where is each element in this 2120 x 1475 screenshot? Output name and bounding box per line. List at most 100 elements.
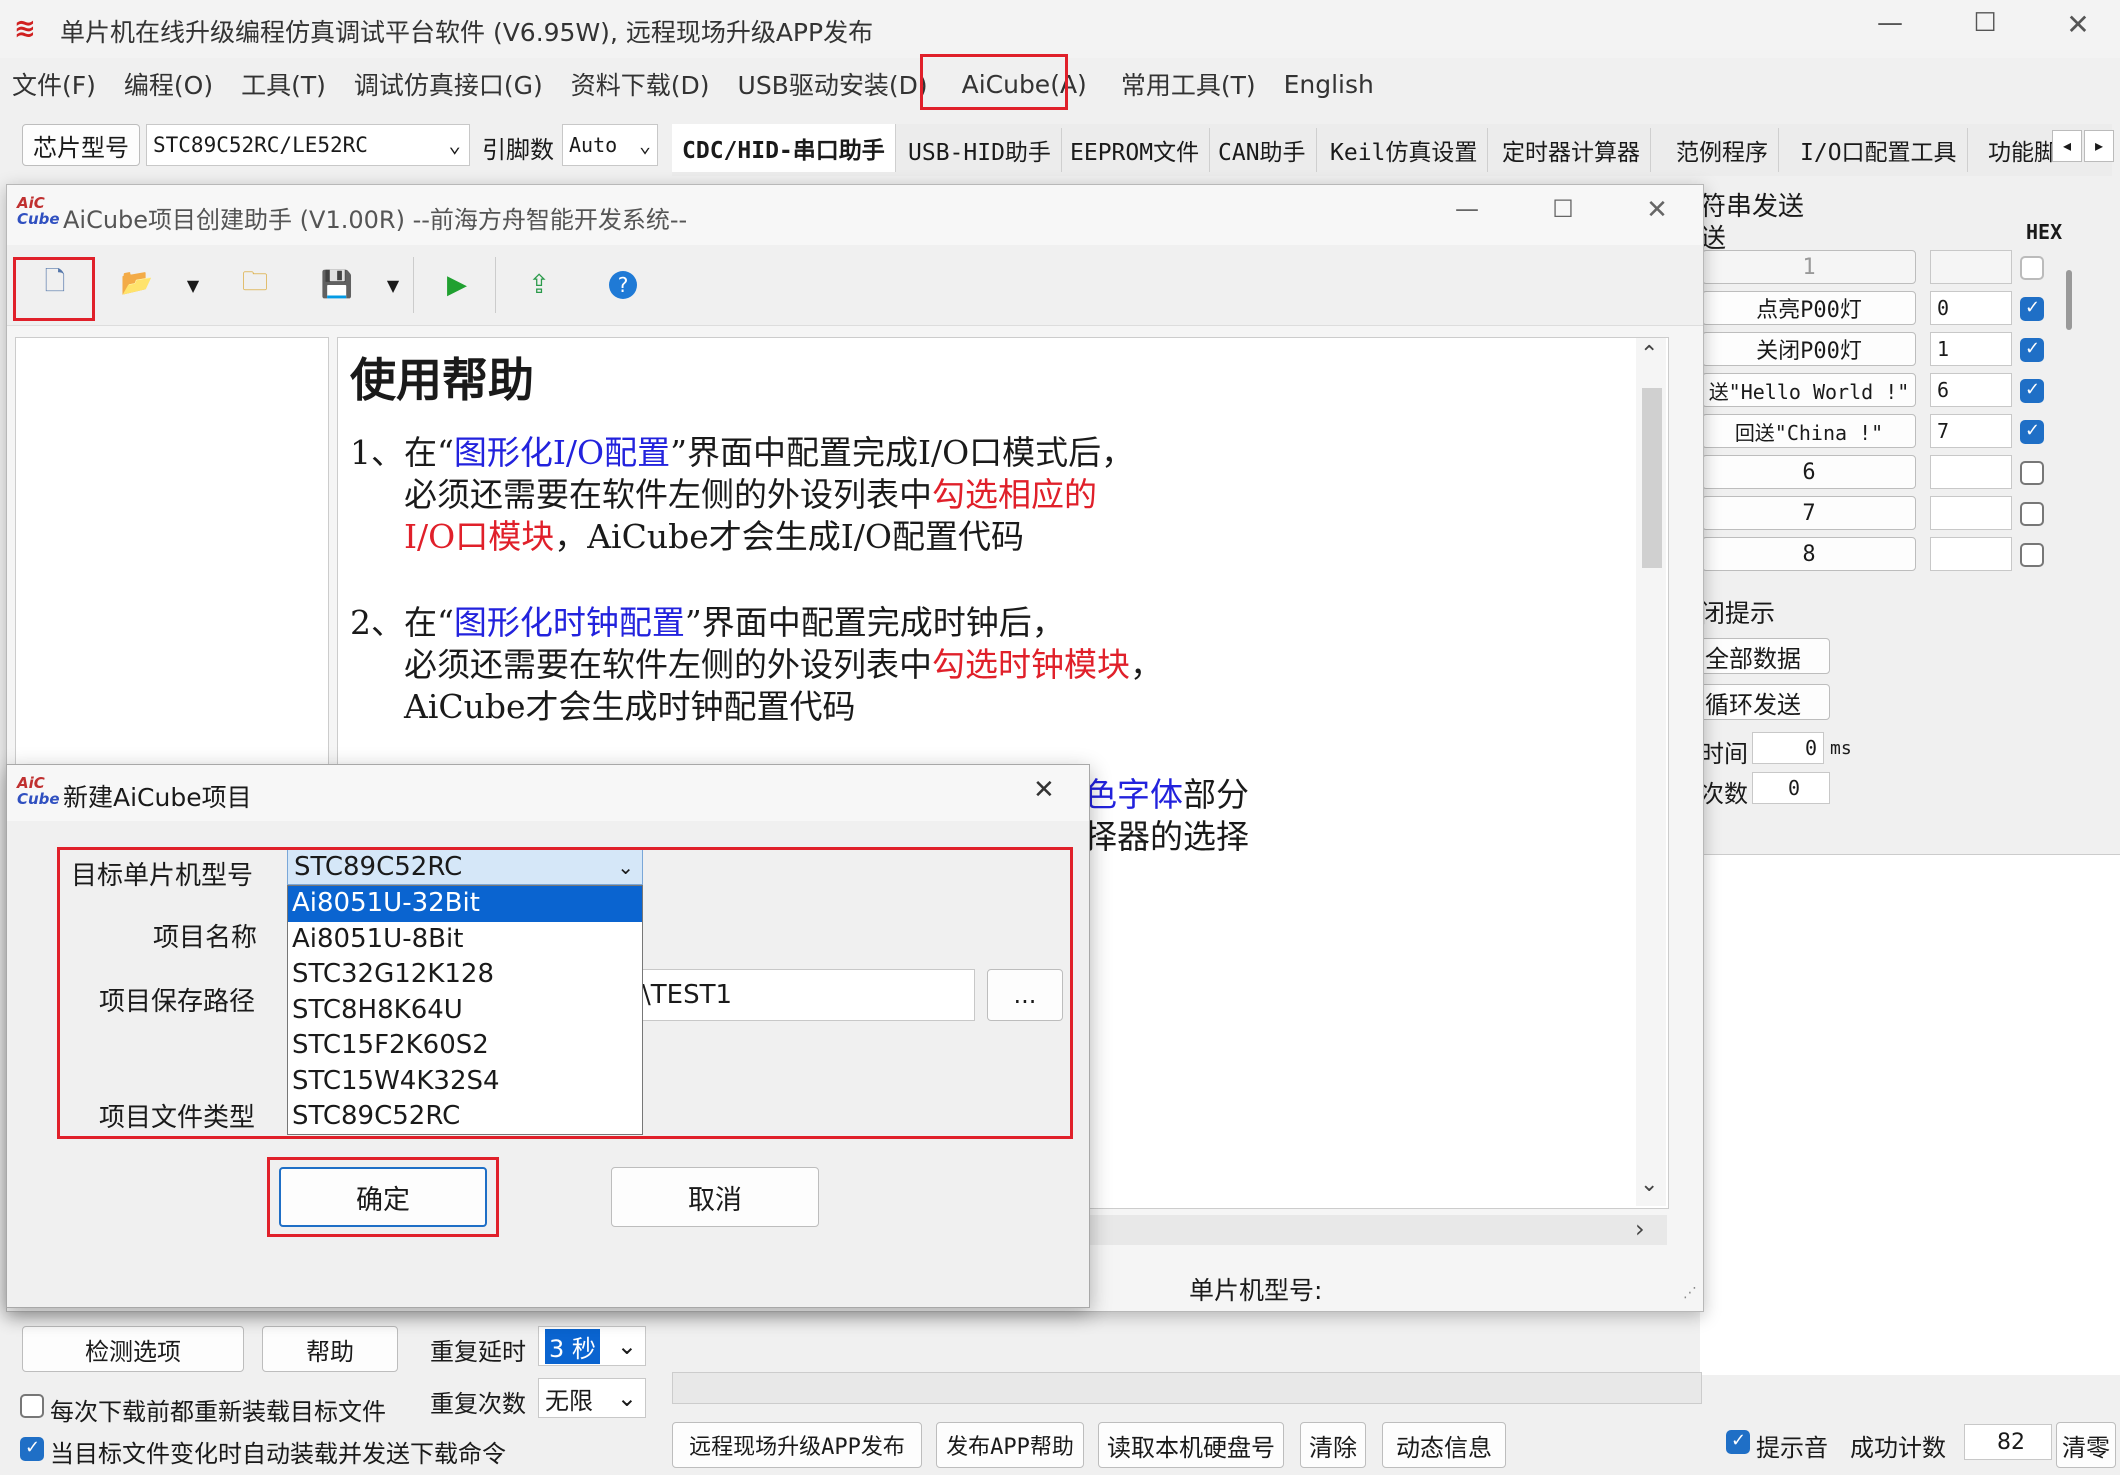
tab-can[interactable]: CAN助手 [1208, 128, 1317, 172]
send-string-button-2[interactable]: 点亮P00灯 [1702, 291, 1916, 325]
scroll-up-icon[interactable]: ⌃ [1640, 342, 1658, 367]
hex-checkbox-3[interactable] [2020, 338, 2044, 362]
maximize-icon[interactable]: ☐ [1965, 8, 2005, 48]
export-icon[interactable]: ⇪ [519, 265, 559, 305]
menu-aicube[interactable]: AiCube(A) [956, 70, 1093, 99]
close-icon[interactable]: ✕ [2058, 8, 2098, 48]
tab-function-pins[interactable]: 功能脚 [1978, 128, 2062, 172]
tab-timer-calc[interactable]: 定时器计算器 [1492, 128, 1651, 172]
send-all-data-button[interactable]: 全部数据 [1700, 638, 1830, 674]
count-field[interactable]: 0 [1752, 772, 1830, 804]
chevron-down-icon[interactable]: ▼ [173, 265, 213, 305]
mcu-option-ai8051u-8bit[interactable]: Ai8051U-8Bit [288, 922, 642, 958]
pins-select[interactable]: Auto ⌄ [562, 124, 658, 166]
mcu-option-stc8h8k64u[interactable]: STC8H8K64U [288, 993, 642, 1029]
mcu-option-stc32g12k128[interactable]: STC32G12K128 [288, 957, 642, 993]
hex-checkbox-2[interactable] [2020, 297, 2044, 321]
reload-before-download-checkbox[interactable] [20, 1394, 44, 1418]
browse-button[interactable]: ... [987, 969, 1063, 1021]
publish-app-help-button[interactable]: 发布APP帮助 [936, 1422, 1084, 1468]
tab-scroll-left-icon[interactable]: ◂ [2052, 130, 2082, 162]
send-string-button-7[interactable]: 7 [1702, 496, 1916, 530]
string-field-6[interactable] [1930, 455, 2012, 489]
read-hdd-id-button[interactable]: 读取本机硬盘号 [1098, 1422, 1284, 1468]
target-mcu-select[interactable]: STC89C52RC ⌄ [287, 849, 643, 885]
project-path-field[interactable]: \TEST1 [635, 969, 975, 1021]
hex-checkbox-8[interactable] [2020, 543, 2044, 567]
minimize-icon[interactable]: — [1447, 195, 1487, 223]
save-icon[interactable]: 💾 [317, 265, 357, 305]
repeat-delay-select[interactable]: 3 秒 ⌄ [538, 1326, 646, 1366]
menu-english[interactable]: English [1284, 70, 1374, 99]
mcu-option-ai8051u-32bit[interactable]: Ai8051U-32Bit [288, 886, 642, 922]
remote-upgrade-publish-button[interactable]: 远程现场升级APP发布 [672, 1422, 922, 1468]
menu-tools[interactable]: 工具(T) [241, 66, 326, 102]
string-field-2[interactable]: 0 [1930, 291, 2012, 325]
minimize-icon[interactable]: — [1870, 8, 1910, 48]
string-field-5[interactable]: 7 [1930, 414, 2012, 448]
menu-download[interactable]: 资料下载(D) [571, 66, 710, 102]
string-field-8[interactable] [1930, 537, 2012, 571]
menu-debug[interactable]: 调试仿真接口(G) [354, 66, 543, 102]
new-project-icon[interactable]: 🗋 [35, 265, 75, 305]
hex-checkbox-5[interactable] [2020, 420, 2044, 444]
scroll-thumb[interactable] [2066, 270, 2072, 330]
interval-field[interactable]: 0 [1752, 732, 1824, 764]
chip-type-select[interactable]: STC89C52RC/LE52RC ⌄ [146, 124, 470, 166]
help-icon[interactable]: ? [609, 271, 637, 299]
menu-common-tools[interactable]: 常用工具(T) [1121, 66, 1256, 102]
tab-cdc-serial[interactable]: CDC/HID-串口助手 [672, 124, 896, 172]
clear-button[interactable]: 清除 [1300, 1422, 1366, 1468]
hex-checkbox-7[interactable] [2020, 502, 2044, 526]
run-icon[interactable]: ▶ [437, 265, 477, 305]
tab-io-config[interactable]: I/O口配置工具 [1790, 128, 1968, 172]
tone-checkbox[interactable] [1726, 1430, 1750, 1454]
close-project-icon[interactable]: 🗀 [235, 265, 275, 305]
menu-file[interactable]: 文件(F) [12, 66, 96, 102]
string-field-4[interactable]: 6 [1930, 373, 2012, 407]
mcu-option-stc89c52rc[interactable]: STC89C52RC [288, 1099, 642, 1135]
send-string-button-4[interactable]: 送"Hello World !" [1702, 373, 1916, 407]
mcu-option-stc15w4k32s4[interactable]: STC15W4K32S4 [288, 1064, 642, 1100]
menu-usb-driver[interactable]: USB驱动安装(D) [738, 66, 928, 102]
tab-scroll-right-icon[interactable]: ▸ [2084, 130, 2114, 162]
scroll-right-icon[interactable]: › [1635, 1215, 1645, 1243]
send-string-button-8[interactable]: 8 [1702, 537, 1916, 571]
auto-reload-checkbox[interactable] [20, 1437, 44, 1461]
send-string-button-5[interactable]: 回送"China !" [1702, 414, 1916, 448]
send-string-button-6[interactable]: 6 [1702, 455, 1916, 489]
send-string-button-1[interactable]: 1 [1702, 250, 1916, 284]
string-field-1[interactable] [1930, 250, 2012, 284]
detect-options-button[interactable]: 检测选项 [22, 1326, 244, 1372]
scroll-down-icon[interactable]: ⌄ [1640, 1172, 1658, 1197]
pins-value: Auto [569, 133, 618, 157]
hex-checkbox-6[interactable] [2020, 461, 2044, 485]
p2-link[interactable]: 图形化时钟配置 [454, 603, 685, 642]
hex-checkbox-4[interactable] [2020, 379, 2044, 403]
hex-checkbox-1[interactable] [2020, 256, 2044, 280]
open-project-icon[interactable]: 📂 [117, 263, 157, 303]
mcu-option-stc15f2k60s2[interactable]: STC15F2K60S2 [288, 1028, 642, 1064]
dynamic-info-button[interactable]: 动态信息 [1382, 1422, 1506, 1468]
ok-button[interactable]: 确定 [279, 1167, 487, 1227]
send-string-button-3[interactable]: 关闭P00灯 [1702, 332, 1916, 366]
menu-program[interactable]: 编程(O) [124, 66, 213, 102]
help-button[interactable]: 帮助 [262, 1326, 398, 1372]
string-field-7[interactable] [1930, 496, 2012, 530]
repeat-count-select[interactable]: 无限 ⌄ [538, 1378, 646, 1418]
maximize-icon[interactable]: ☐ [1543, 195, 1583, 223]
chevron-down-icon[interactable]: ▼ [373, 265, 413, 305]
p1-link[interactable]: 图形化I/O配置 [454, 433, 670, 472]
close-icon[interactable]: ✕ [1033, 775, 1055, 805]
scroll-thumb[interactable] [1642, 388, 1662, 568]
resize-grip-icon[interactable]: ⋰ [1683, 1285, 1697, 1301]
close-icon[interactable]: ✕ [1637, 195, 1677, 225]
loop-send-button[interactable]: 循环发送 [1700, 684, 1830, 720]
tab-keil[interactable]: Keil仿真设置 [1320, 128, 1489, 172]
tab-eeprom[interactable]: EEPROM文件 [1060, 128, 1211, 172]
string-field-3[interactable]: 1 [1930, 332, 2012, 366]
tab-examples[interactable]: 范例程序 [1666, 128, 1779, 172]
clear-count-button[interactable]: 清零 [2056, 1422, 2116, 1468]
tab-usb-hid[interactable]: USB-HID助手 [898, 128, 1062, 172]
cancel-button[interactable]: 取消 [611, 1167, 819, 1227]
